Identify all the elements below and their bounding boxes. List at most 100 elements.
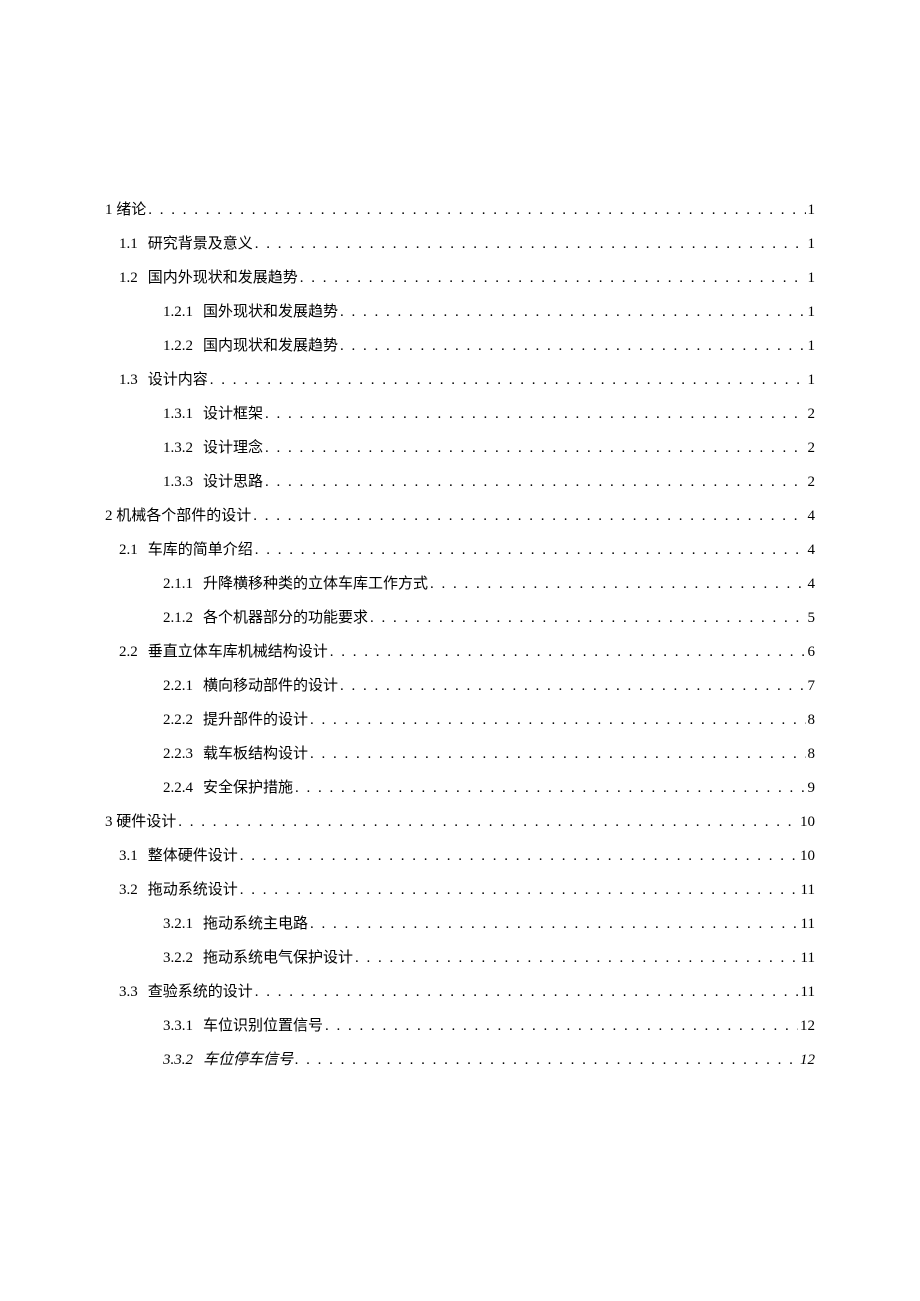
toc-leader-dots: [325, 1016, 798, 1037]
toc-entry-number: 3.2.2: [163, 948, 193, 969]
toc-entry: 1.3 设计内容 1: [119, 370, 815, 391]
toc-entry-title: 拖动系统电气保护设计: [203, 948, 353, 969]
toc-entry-number: 1.3.3: [163, 472, 193, 493]
toc-leader-dots: [300, 268, 806, 289]
toc-leader-dots: [178, 812, 798, 833]
toc-entry: 2 机械各个部件的设计 4: [105, 506, 815, 527]
toc-entry-title: 拖动系统主电路: [203, 914, 308, 935]
toc-entry-title: 提升部件的设计: [203, 710, 308, 731]
toc-entry-page: 8: [808, 710, 816, 731]
toc-entry-page: 2: [808, 438, 816, 459]
toc-entry-title: 国内外现状和发展趋势: [148, 268, 298, 289]
toc-leader-dots: [310, 710, 805, 731]
toc-entry-number: 3.3.2: [163, 1050, 193, 1071]
toc-entry-number: 1.2.1: [163, 302, 193, 323]
toc-leader-dots: [370, 608, 805, 629]
toc-entry-title: 国外现状和发展趋势: [203, 302, 338, 323]
toc-leader-dots: [340, 676, 805, 697]
toc-entry-title: 载车板结构设计: [203, 744, 308, 765]
toc-entry: 1 绪论1: [105, 200, 815, 221]
toc-entry-page: 1: [808, 302, 816, 323]
toc-leader-dots: [265, 438, 805, 459]
toc-entry-title: 设计理念: [203, 438, 263, 459]
toc-leader-dots: [310, 914, 799, 935]
toc-entry-number: 1.3.1: [163, 404, 193, 425]
toc-entry: 2.2.4安全保护措施9: [163, 778, 815, 799]
toc-entry-page: 1: [808, 200, 816, 221]
toc-entry-title: 查验系统的设计: [148, 982, 253, 1003]
toc-entry-title: 国内现状和发展趋势: [203, 336, 338, 357]
toc-entry-title: 设计框架: [203, 404, 263, 425]
toc-entry-page: 1: [808, 268, 816, 289]
toc-entry-page: 4: [808, 540, 816, 561]
toc-leader-dots: [240, 880, 799, 901]
toc-page: 1 绪论11.1研究背景及意义11.2国内外现状和发展趋势11.2.1国外现状和…: [0, 0, 920, 1071]
toc-entry-page: 1: [808, 234, 816, 255]
toc-leader-dots: [430, 574, 805, 595]
toc-entry-page: 11: [801, 880, 815, 901]
toc-entry-number: 2.2.1: [163, 676, 193, 697]
toc-leader-dots: [330, 642, 806, 663]
toc-entry-title: 垂直立体车库机械结构设计: [148, 642, 328, 663]
toc-leader-dots: [295, 1050, 798, 1071]
toc-entry: 3.3.2 车位停车信号 12: [163, 1050, 815, 1071]
toc-entry: 3.3 查验系统的设计 11: [119, 982, 815, 1003]
toc-entry-page: 12: [800, 1016, 815, 1037]
toc-entry-title: 横向移动部件的设计: [203, 676, 338, 697]
toc-entry-title: 安全保护措施: [203, 778, 293, 799]
toc-entry-number: 1.3: [119, 370, 138, 391]
toc-entry-number: 2.2.2: [163, 710, 193, 731]
toc-entry: 2.1 车库的简单介绍 4: [119, 540, 815, 561]
toc-entry-title: 2 机械各个部件的设计: [105, 506, 251, 527]
toc-leader-dots: [255, 234, 806, 255]
toc-entry-title: 车位停车信号: [203, 1050, 293, 1071]
toc-entry: 3.2.1拖动系统主电路11: [163, 914, 815, 935]
toc-entry-number: 3.3: [119, 982, 138, 1003]
toc-entry-title: 升降横移种类的立体车库工作方式: [203, 574, 428, 595]
toc-entry-title: 研究背景及意义: [148, 234, 253, 255]
toc-entry-page: 6: [808, 642, 816, 663]
toc-leader-dots: [253, 506, 805, 527]
toc-entry-number: 3.1: [119, 846, 138, 867]
toc-entry-page: 11: [801, 982, 815, 1003]
toc-entry-page: 8: [808, 744, 816, 765]
toc-entry: 3.2拖动系统设计11: [119, 880, 815, 901]
toc-entry-page: 9: [808, 778, 816, 799]
toc-entry-number: 1.2: [119, 268, 138, 289]
toc-entry: 1.2.1 国外现状和发展趋势 1: [163, 302, 815, 323]
toc-leader-dots: [340, 336, 805, 357]
toc-entry-number: 2.1: [119, 540, 138, 561]
toc-entry-number: 3.2: [119, 880, 138, 901]
toc-entry: 2.2.2 提升部件的设计 8: [163, 710, 815, 731]
toc-entry-page: 7: [808, 676, 816, 697]
toc-entry-title: 设计内容: [148, 370, 208, 391]
toc-leader-dots: [340, 302, 805, 323]
toc-entry: 3.1整体硬件设计10: [119, 846, 815, 867]
toc-entry: 2.1.1升降横移种类的立体车库工作方式4: [163, 574, 815, 595]
toc-entry-page: 5: [808, 608, 816, 629]
toc-entry-page: 12: [800, 1050, 815, 1071]
toc-entry-title: 车库的简单介绍: [148, 540, 253, 561]
toc-entry: 2.1.2 各个机器部分的功能要求 5: [163, 608, 815, 629]
toc-entry-page: 11: [801, 948, 815, 969]
toc-entry: 2.2.1 横向移动部件的设计 7: [163, 676, 815, 697]
toc-entry-title: 各个机器部分的功能要求: [203, 608, 368, 629]
toc-leader-dots: [295, 778, 805, 799]
toc-entry-number: 1.3.2: [163, 438, 193, 459]
toc-entry-page: 1: [808, 336, 816, 357]
toc-entry-page: 2: [808, 472, 816, 493]
toc-entry-page: 1: [808, 370, 816, 391]
toc-leader-dots: [255, 982, 799, 1003]
toc-entry-title: 设计思路: [203, 472, 263, 493]
toc-entry-title: 车位识别位置信号: [203, 1016, 323, 1037]
toc-entry: 1.3.2 设计理念 2: [163, 438, 815, 459]
toc-entry-title: 3 硬件设计: [105, 812, 176, 833]
toc-leader-dots: [210, 370, 806, 391]
toc-entry-title: 整体硬件设计: [148, 846, 238, 867]
toc-entry: 3.2.2 拖动系统电气保护设计 11: [163, 948, 815, 969]
toc-leader-dots: [265, 404, 805, 425]
toc-entry-page: 4: [808, 506, 816, 527]
toc-entry-number: 3.3.1: [163, 1016, 193, 1037]
toc-entry: 1.1研究背景及意义1: [119, 234, 815, 255]
toc-entry-number: 2.1.2: [163, 608, 193, 629]
